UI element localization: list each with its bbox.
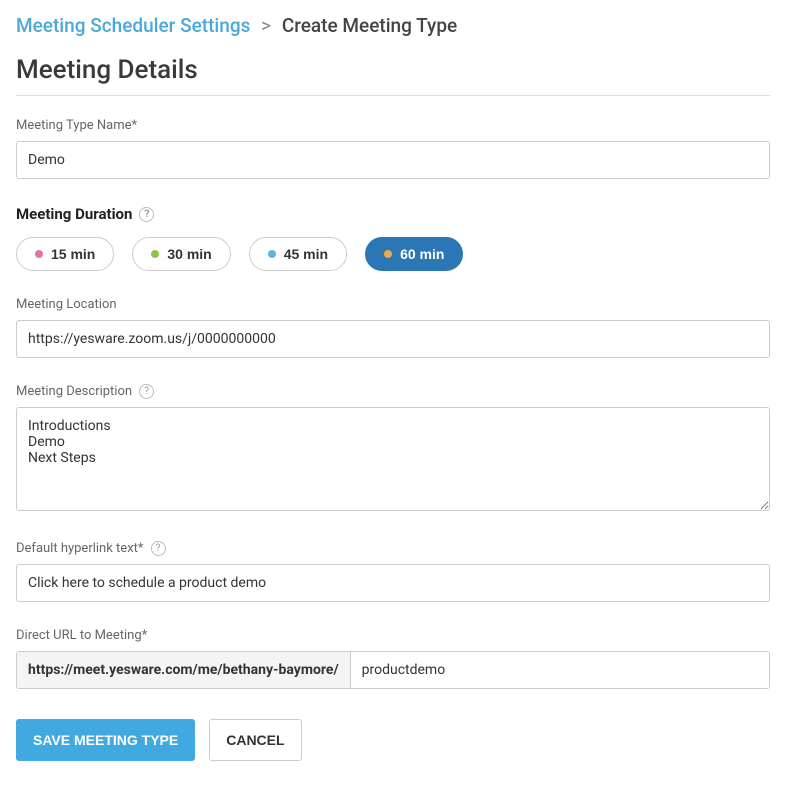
meeting-duration-field: Meeting Duration ? 15 min 30 min 45 min 60 … bbox=[16, 205, 770, 271]
hyperlink-text-field: Default hyperlink text* ? bbox=[16, 541, 770, 602]
meeting-description-field: Meeting Description ? bbox=[16, 384, 770, 515]
save-button[interactable]: SAVE MEETING TYPE bbox=[16, 719, 195, 761]
meeting-name-field: Meeting Type Name* bbox=[16, 118, 770, 179]
dot-icon bbox=[268, 250, 276, 258]
meeting-name-label: Meeting Type Name* bbox=[16, 118, 770, 133]
duration-option-60-min[interactable]: 60 min bbox=[365, 237, 463, 271]
duration-option-label: 30 min bbox=[167, 246, 211, 262]
help-icon[interactable]: ? bbox=[151, 541, 166, 556]
duration-option-label: 15 min bbox=[51, 246, 95, 262]
hyperlink-text-input[interactable] bbox=[16, 564, 770, 602]
duration-option-45-min[interactable]: 45 min bbox=[249, 237, 347, 271]
dot-icon bbox=[384, 250, 392, 258]
direct-url-label: Direct URL to Meeting* bbox=[16, 628, 770, 643]
dot-icon bbox=[151, 250, 159, 258]
breadcrumb-parent-link[interactable]: Meeting Scheduler Settings bbox=[16, 14, 250, 37]
hyperlink-text-label: Default hyperlink text* bbox=[16, 541, 144, 556]
action-buttons: SAVE MEETING TYPE CANCEL bbox=[16, 719, 770, 761]
meeting-location-label: Meeting Location bbox=[16, 297, 770, 312]
breadcrumb: Meeting Scheduler Settings > Create Meet… bbox=[16, 14, 770, 37]
help-icon[interactable]: ? bbox=[139, 384, 154, 399]
page-title: Meeting Details bbox=[16, 55, 770, 96]
chevron-right-icon: > bbox=[261, 14, 271, 37]
duration-option-15-min[interactable]: 15 min bbox=[16, 237, 114, 271]
direct-url-input[interactable] bbox=[351, 652, 769, 688]
cancel-button[interactable]: CANCEL bbox=[209, 719, 301, 761]
duration-option-30-min[interactable]: 30 min bbox=[132, 237, 230, 271]
duration-option-label: 60 min bbox=[400, 246, 444, 262]
dot-icon bbox=[35, 250, 43, 258]
duration-options: 15 min 30 min 45 min 60 min bbox=[16, 237, 770, 271]
duration-option-label: 45 min bbox=[284, 246, 328, 262]
meeting-name-input[interactable] bbox=[16, 141, 770, 179]
breadcrumb-current: Create Meeting Type bbox=[282, 14, 457, 37]
meeting-duration-label: Meeting Duration bbox=[16, 205, 132, 223]
meeting-description-textarea[interactable] bbox=[16, 407, 770, 511]
meeting-location-field: Meeting Location bbox=[16, 297, 770, 358]
direct-url-field: Direct URL to Meeting* https://meet.yesw… bbox=[16, 628, 770, 689]
help-icon[interactable]: ? bbox=[139, 207, 154, 222]
meeting-description-label: Meeting Description bbox=[16, 384, 132, 399]
direct-url-prefix: https://meet.yesware.com/me/bethany-baym… bbox=[17, 652, 351, 688]
meeting-location-input[interactable] bbox=[16, 320, 770, 358]
